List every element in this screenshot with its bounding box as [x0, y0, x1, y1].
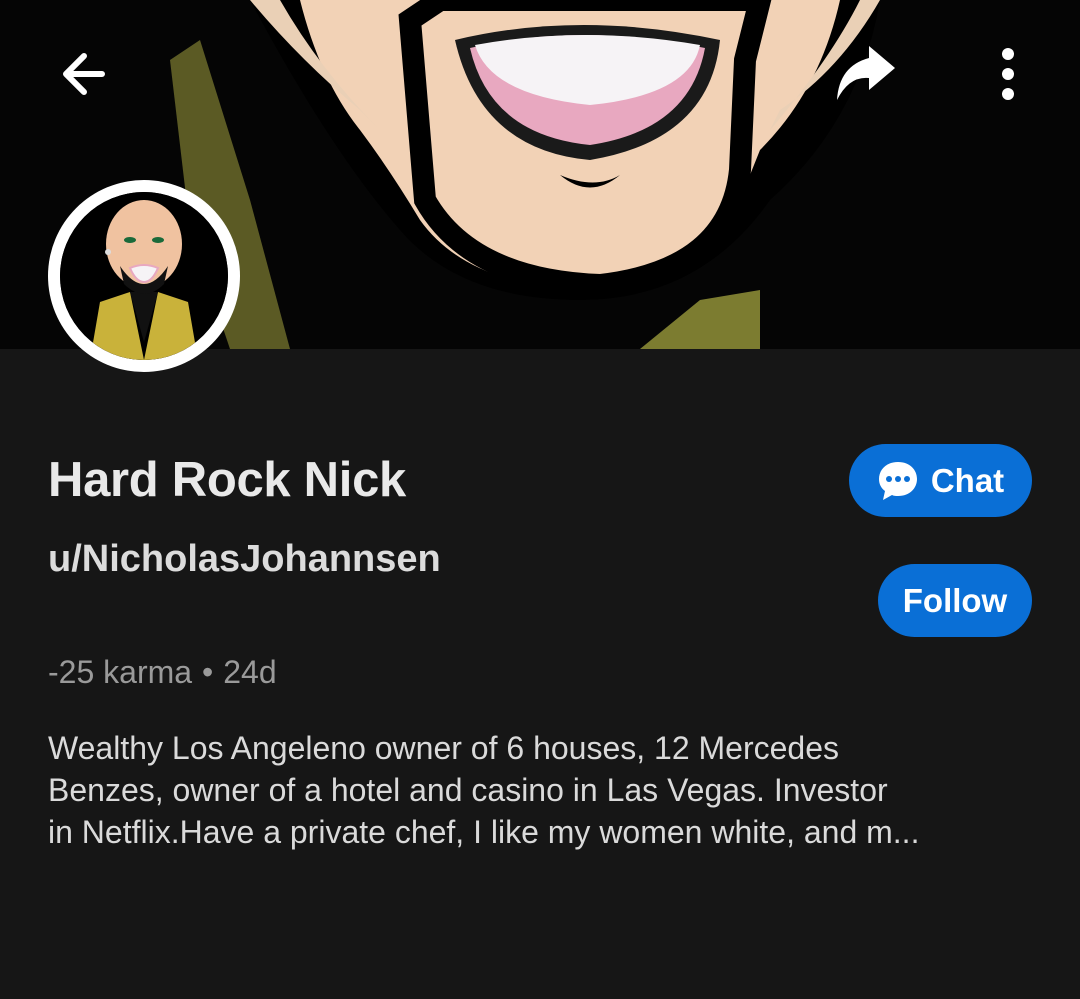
karma-count: -25 karma: [48, 654, 193, 690]
more-options-button[interactable]: [976, 34, 1040, 114]
avatar[interactable]: [48, 180, 240, 372]
share-button[interactable]: [820, 30, 910, 114]
vertical-dots-icon: [1002, 48, 1014, 100]
profile-meta: -25 karma • 24d: [48, 654, 277, 691]
chat-button[interactable]: Chat: [849, 444, 1032, 517]
follow-button[interactable]: Follow: [878, 564, 1032, 637]
avatar-image: [60, 192, 228, 360]
meta-separator: •: [202, 654, 214, 690]
display-name: Hard Rock Nick: [48, 453, 406, 507]
share-arrow-icon: [837, 46, 895, 100]
profile-bio[interactable]: Wealthy Los Angeleno owner of 6 houses, …: [48, 727, 1038, 853]
arrow-left-icon: [63, 53, 105, 95]
account-age: 24d: [223, 654, 277, 690]
back-button[interactable]: [44, 34, 124, 114]
bio-line: Benzes, owner of a hotel and casino in L…: [48, 772, 888, 808]
username: u/NicholasJohannsen: [48, 538, 441, 580]
chat-bubble-icon: [878, 461, 917, 500]
follow-label: Follow: [902, 581, 1008, 619]
chat-label: Chat: [930, 461, 1005, 499]
bio-line: Wealthy Los Angeleno owner of 6 houses, …: [48, 730, 840, 766]
bio-line: in Netflix.Have a private chef, I like m…: [48, 814, 920, 850]
